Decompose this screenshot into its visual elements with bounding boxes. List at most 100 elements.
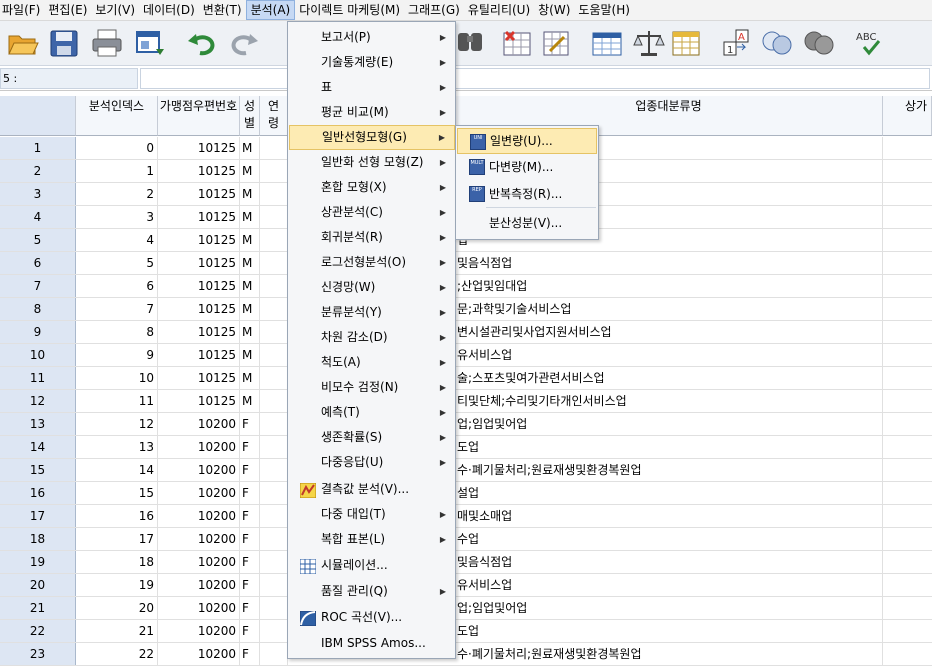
cell-zip[interactable]: 10125 (158, 275, 240, 297)
cell-sex[interactable]: M (240, 298, 260, 320)
cell-sex[interactable]: F (240, 413, 260, 435)
cell-age[interactable] (260, 298, 288, 320)
row-number[interactable]: 13 (0, 413, 76, 435)
cell-industry[interactable]: 유서비스업 (455, 344, 883, 366)
cell-age[interactable] (260, 183, 288, 205)
analyze-menu-item[interactable]: 회귀분석(R) ▶ (289, 225, 455, 250)
split-file-icon[interactable] (590, 27, 624, 59)
menu-7[interactable]: 그래프(G) (404, 0, 464, 20)
analyze-menu-item[interactable]: 기술통계량(E) ▶ (289, 50, 455, 75)
cell-age[interactable] (260, 367, 288, 389)
cell-age[interactable] (260, 390, 288, 412)
cell-zip[interactable]: 10125 (158, 137, 240, 159)
cell-industry[interactable]: 문;과학및기술서비스업 (455, 298, 883, 320)
cell-zip[interactable]: 10200 (158, 459, 240, 481)
open-icon[interactable] (6, 27, 40, 59)
cell-analysis-index[interactable]: 5 (76, 252, 158, 274)
cell-age[interactable] (260, 436, 288, 458)
row-number[interactable]: 6 (0, 252, 76, 274)
cell-age[interactable] (260, 206, 288, 228)
cell-sex[interactable]: F (240, 482, 260, 504)
cell-sex[interactable]: M (240, 275, 260, 297)
cell-analysis-index[interactable]: 16 (76, 505, 158, 527)
find-icon[interactable] (456, 27, 490, 59)
cell-zip[interactable]: 10125 (158, 252, 240, 274)
cell-zip[interactable]: 10200 (158, 505, 240, 527)
row-number[interactable]: 18 (0, 528, 76, 550)
row-number[interactable]: 15 (0, 459, 76, 481)
cell-zip[interactable]: 10200 (158, 551, 240, 573)
cell-industry[interactable]: 매및소매업 (455, 505, 883, 527)
cell-zip[interactable]: 10125 (158, 390, 240, 412)
row-number[interactable]: 17 (0, 505, 76, 527)
cell-analysis-index[interactable]: 13 (76, 436, 158, 458)
cell-zip[interactable]: 10125 (158, 160, 240, 182)
row-number[interactable]: 19 (0, 551, 76, 573)
menu-5[interactable]: 분석(A) (245, 0, 296, 20)
cell-zip[interactable]: 10125 (158, 183, 240, 205)
analyze-menu-item[interactable]: 표 ▶ (289, 75, 455, 100)
glm-submenu-item[interactable]: 일변량(U)... UNI (457, 128, 597, 154)
dialog-recall-icon[interactable] (134, 27, 168, 59)
cell-zip[interactable]: 10125 (158, 367, 240, 389)
cell-age[interactable] (260, 229, 288, 251)
cell-industry[interactable]: 도업 (455, 620, 883, 642)
row-number[interactable]: 8 (0, 298, 76, 320)
analyze-menu-item[interactable]: 보고서(P) ▶ (289, 25, 455, 50)
cell-analysis-index[interactable]: 2 (76, 183, 158, 205)
cell-industry[interactable]: 티및단체;수리및기타개인서비스업 (455, 390, 883, 412)
weight-cases-icon[interactable] (632, 27, 666, 59)
row-number[interactable]: 16 (0, 482, 76, 504)
menu-8[interactable]: 유틸리티(U) (464, 0, 534, 20)
cell-age[interactable] (260, 413, 288, 435)
cell-sex[interactable]: F (240, 505, 260, 527)
analyze-menu-item[interactable]: 차원 감소(D) ▶ (289, 325, 455, 350)
show-all-icon[interactable] (802, 27, 836, 59)
menu-1[interactable]: 편집(E) (44, 0, 91, 20)
cell-age[interactable] (260, 252, 288, 274)
cell-sex[interactable]: M (240, 137, 260, 159)
cell-age[interactable] (260, 137, 288, 159)
save-icon[interactable] (48, 27, 82, 59)
cell-age[interactable] (260, 275, 288, 297)
cell-analysis-index[interactable]: 14 (76, 459, 158, 481)
analyze-menu-item[interactable]: 평균 비교(M) ▶ (289, 100, 455, 125)
cell-analysis-index[interactable]: 20 (76, 597, 158, 619)
cell-age[interactable] (260, 551, 288, 573)
row-number[interactable]: 4 (0, 206, 76, 228)
row-number[interactable]: 21 (0, 597, 76, 619)
row-number[interactable]: 1 (0, 137, 76, 159)
cell-age[interactable] (260, 505, 288, 527)
corner-header[interactable] (0, 96, 76, 136)
row-number[interactable]: 7 (0, 275, 76, 297)
cell-analysis-index[interactable]: 19 (76, 574, 158, 596)
analyze-menu-item[interactable]: 척도(A) ▶ (289, 350, 455, 375)
cell-sex[interactable]: M (240, 344, 260, 366)
column-header[interactable]: 분석인덱스 (76, 96, 158, 136)
menu-0[interactable]: 파일(F) (0, 0, 44, 20)
cell-industry[interactable]: ;산업및임대업 (455, 275, 883, 297)
cell-age[interactable] (260, 528, 288, 550)
cell-age[interactable] (260, 459, 288, 481)
cell-analysis-index[interactable]: 6 (76, 275, 158, 297)
cell-industry[interactable]: 및음식점업 (455, 551, 883, 573)
cell-age[interactable] (260, 160, 288, 182)
row-number[interactable]: 10 (0, 344, 76, 366)
redo-icon[interactable] (226, 27, 260, 59)
glm-submenu-item[interactable]: 반복측정(R)... REP (457, 181, 597, 207)
value-labels-icon[interactable]: A1 (720, 27, 754, 59)
cell-analysis-index[interactable]: 3 (76, 206, 158, 228)
cell-sex[interactable]: F (240, 459, 260, 481)
cell-industry[interactable]: 수·폐기물처리;원료재생및환경복원업 (455, 643, 883, 665)
analyze-menu-item[interactable]: 로그선형분석(O) ▶ (289, 250, 455, 275)
cell-zip[interactable]: 10125 (158, 344, 240, 366)
row-number[interactable]: 2 (0, 160, 76, 182)
insert-variable-icon[interactable] (540, 27, 574, 59)
cell-zip[interactable]: 10200 (158, 574, 240, 596)
cell-sex[interactable]: M (240, 367, 260, 389)
cell-zip[interactable]: 10200 (158, 413, 240, 435)
cell-analysis-index[interactable]: 21 (76, 620, 158, 642)
cell-zip[interactable]: 10200 (158, 597, 240, 619)
cell-analysis-index[interactable]: 1 (76, 160, 158, 182)
insert-cases-icon[interactable] (500, 27, 534, 59)
